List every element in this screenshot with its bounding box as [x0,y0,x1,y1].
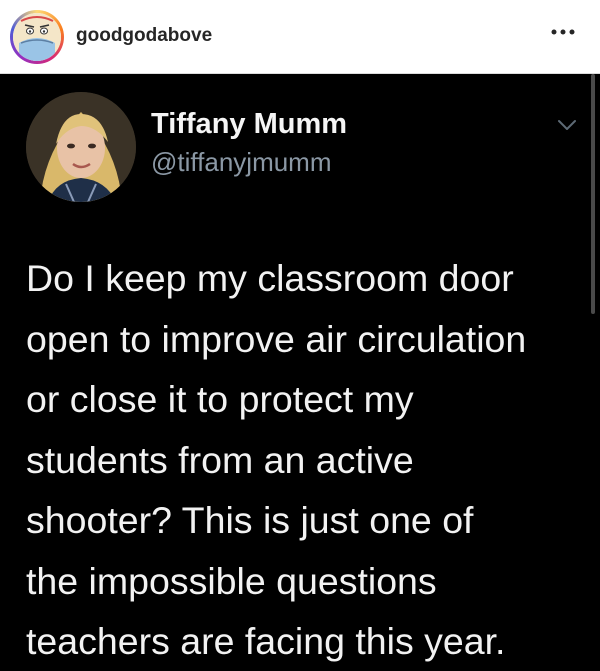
tweet-menu-button[interactable] [556,117,578,133]
instagram-post-header: goodgodabove [0,0,600,74]
tweet-screenshot: Tiffany Mumm @tiffanyjmumm Do I keep my … [0,74,600,671]
tweet-text-line: the impossible questions [26,559,437,602]
scrollbar[interactable] [591,74,595,314]
instagram-username[interactable]: goodgodabove [76,25,212,47]
tweet-author-avatar[interactable] [26,92,136,202]
tweet-author-handle[interactable]: @tiffanyjmumm [151,147,332,178]
profile-avatar[interactable] [13,13,61,61]
tweet-text-line: students from an active [26,438,414,481]
tweet-author-name[interactable]: Tiffany Mumm [151,108,347,141]
chevron-down-icon [558,120,576,130]
tweet-text-line: or close it to protect my [26,378,414,420]
tweet-text-line: Do I keep my classroom door [26,257,514,299]
tweet-text: Do I keep my classroom door open to impr… [26,248,578,671]
profile-avatar-ring[interactable] [10,10,64,64]
more-options-button[interactable] [548,20,578,44]
ellipsis-icon [551,29,575,35]
cartoon-face-avatar-icon [13,13,61,61]
tweet-text-line: shooter? This is just one of [26,499,474,541]
tweet-text-line: open to improve air circulation [26,317,527,360]
tweet-text-line: teachers are facing this year. [26,620,506,662]
author-photo-icon [26,92,136,202]
